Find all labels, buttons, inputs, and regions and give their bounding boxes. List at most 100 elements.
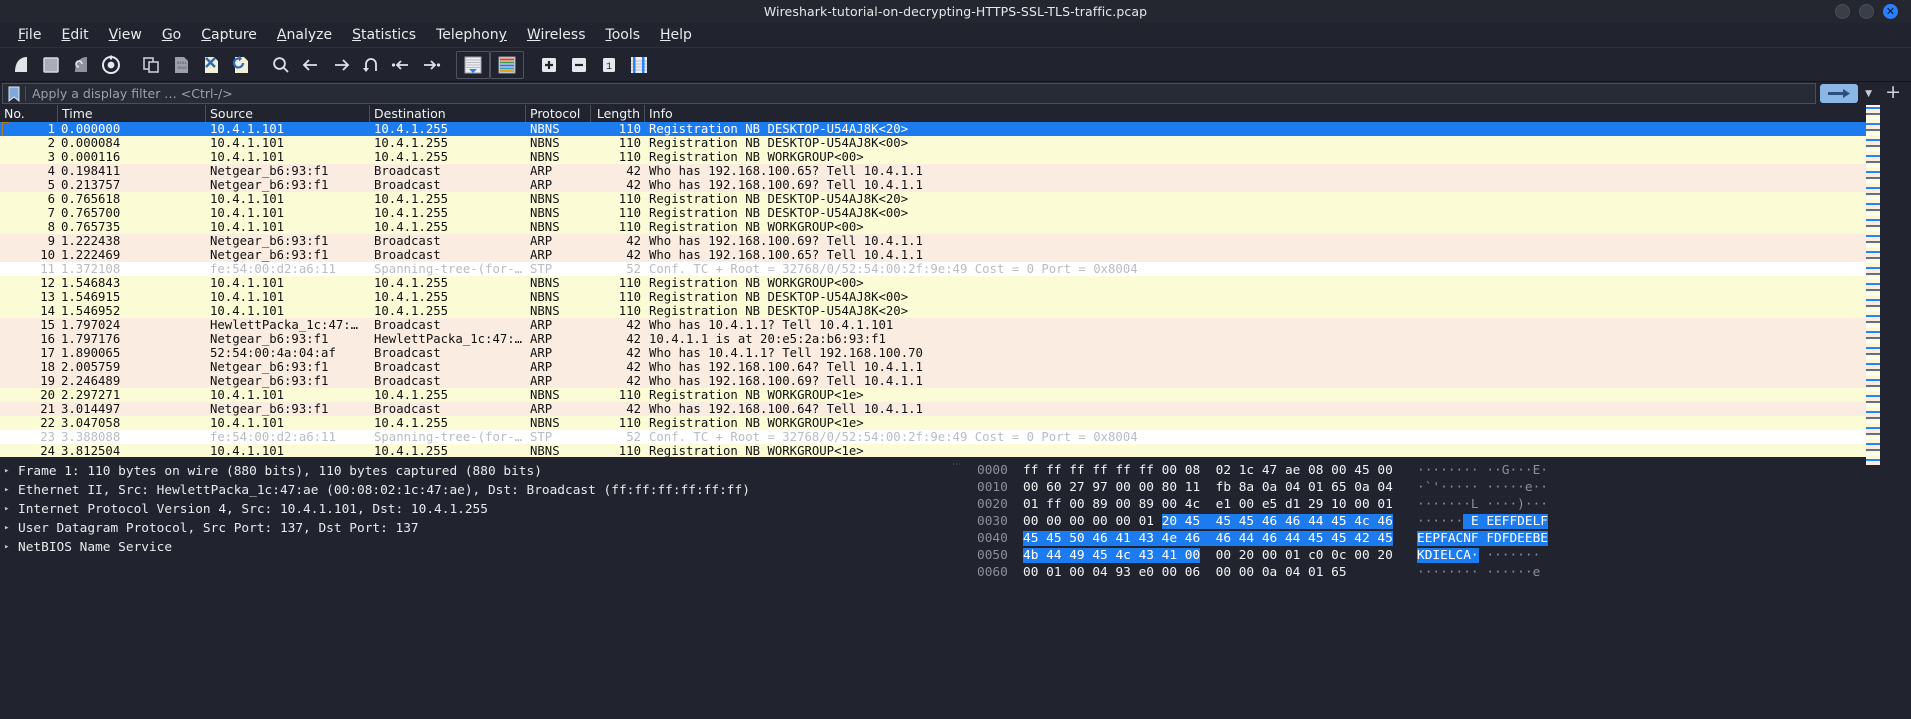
hex-row[interactable]: 0060 00 01 00 04 93 e0 00 06 00 00 0a 04 …: [961, 564, 1911, 581]
menu-item-edit[interactable]: Edit: [51, 25, 98, 45]
menu-item-analyze[interactable]: Analyze: [267, 25, 342, 45]
go-back-icon[interactable]: [296, 50, 326, 80]
column-header-destination[interactable]: Destination: [370, 105, 526, 122]
column-header-no[interactable]: No.: [0, 105, 58, 122]
open-file-icon[interactable]: [136, 50, 166, 80]
expand-triangle-icon[interactable]: ▸: [4, 481, 18, 500]
start-capture-icon[interactable]: [6, 50, 36, 80]
cell-protocol: NBNS: [530, 220, 560, 234]
bookmark-icon[interactable]: [5, 84, 22, 103]
column-header-time[interactable]: Time: [58, 105, 206, 122]
cell-time: 3.388088: [61, 430, 121, 444]
detail-row-label: Ethernet II, Src: HewlettPacka_1c:47:ae …: [18, 483, 750, 498]
menu-item-view[interactable]: View: [99, 25, 152, 45]
stop-capture-icon[interactable]: [36, 50, 66, 80]
colorize-packets-icon[interactable]: [492, 50, 522, 80]
menu-item-go[interactable]: Go: [152, 25, 191, 45]
search-input[interactable]: Apply a display filter … <Ctrl-/>: [25, 86, 233, 101]
table-row[interactable]: 19 2.246489 Netgear_b6:93:f1 Broadcast ARP 42…: [0, 374, 1911, 388]
table-row[interactable]: 24 3.812504 10.4.1.101 10.4.1.255 NBNS 110 Reg…: [0, 444, 1911, 457]
table-row[interactable]: 5 0.213757 Netgear_b6:93:f1 Broadcast ARP 42 W…: [0, 178, 1911, 192]
packet-bytes-pane[interactable]: 0000 ff ff ff ff ff ff 00 08 02 1c 47 ae …: [961, 457, 1911, 719]
expand-triangle-icon[interactable]: ▸: [4, 462, 18, 481]
hex-row[interactable]: 0040 45 45 50 46 41 43 4e 46 46 44 46 44 …: [961, 530, 1911, 547]
table-row[interactable]: 22 3.047058 10.4.1.101 10.4.1.255 NBNS 110 Reg…: [0, 416, 1911, 430]
go-to-packet-icon[interactable]: [356, 50, 386, 80]
table-row[interactable]: 11 1.372108 fe:54:00:d2:a6:11 Spanning-tree…: [0, 262, 1911, 276]
table-row[interactable]: 9 1.222438 Netgear_b6:93:f1 Broadcast ARP 42 W…: [0, 234, 1911, 248]
table-row[interactable]: 16 1.797176 Netgear_b6:93:f1 HewlettPacka_1…: [0, 332, 1911, 346]
menu-item-capture[interactable]: Capture: [191, 25, 267, 45]
detail-row[interactable]: ▸ User Datagram Protocol, Src Port: 137, …: [4, 519, 953, 538]
column-header-source[interactable]: Source: [206, 105, 370, 122]
minimize-button[interactable]: [1835, 4, 1850, 19]
detail-row[interactable]: ▸ NetBIOS Name Service: [4, 538, 953, 557]
apply-filter-arrow-icon[interactable]: [1820, 84, 1859, 103]
close-file-icon[interactable]: [196, 50, 226, 80]
table-row[interactable]: 10 1.222469 Netgear_b6:93:f1 Broadcast ARP 42…: [0, 248, 1911, 262]
table-row[interactable]: 2 0.000084 10.4.1.101 10.4.1.255 NBNS 110 Regi…: [0, 136, 1911, 150]
column-header-info[interactable]: Info: [645, 105, 1911, 122]
resize-columns-icon[interactable]: [624, 50, 654, 80]
filter-input-wrapper[interactable]: Apply a display filter … <Ctrl-/>: [2, 83, 1817, 104]
menu-item-help[interactable]: Help: [650, 25, 702, 45]
table-row[interactable]: 17 1.890065 52:54:00:4a:04:af Broadcast ARP 4…: [0, 346, 1911, 360]
hex-row[interactable]: 0050 4b 44 49 45 4c 43 41 00 00 20 00 01 …: [961, 547, 1911, 564]
maximize-button[interactable]: [1859, 4, 1874, 19]
table-row[interactable]: 14 1.546952 10.4.1.101 10.4.1.255 NBNS 110 Reg…: [0, 304, 1911, 318]
table-row[interactable]: 15 1.797024 HewlettPacka_1c:47:… Broadcast A…: [0, 318, 1911, 332]
go-first-packet-icon[interactable]: [386, 50, 416, 80]
table-row[interactable]: 1 0.000000 10.4.1.101 10.4.1.255 NBNS 110 Regi…: [0, 122, 1911, 136]
cell-destination: 10.4.1.255: [374, 206, 449, 220]
hex-row[interactable]: 0030 00 00 00 00 00 01 20 45 45 45 46 46 …: [961, 513, 1911, 530]
packet-list-scrollbar[interactable]: [1866, 105, 1911, 465]
add-filter-button[interactable]: +: [1879, 82, 1909, 105]
go-forward-icon[interactable]: [326, 50, 356, 80]
pane-splitter[interactable]: ⋯: [952, 457, 961, 719]
table-row[interactable]: 4 0.198411 Netgear_b6:93:f1 Broadcast ARP 42 W…: [0, 164, 1911, 178]
expand-triangle-icon[interactable]: ▸: [4, 519, 18, 538]
expand-triangle-icon[interactable]: ▸: [4, 500, 18, 519]
zoom-in-icon[interactable]: [534, 50, 564, 80]
table-row[interactable]: 7 0.765700 10.4.1.101 10.4.1.255 NBNS 110 Regi…: [0, 206, 1911, 220]
hex-row[interactable]: 0010 00 60 27 97 00 00 80 11 fb 8a 0a 04 …: [961, 479, 1911, 496]
menu-item-telephony[interactable]: Telephony: [426, 25, 517, 45]
table-row[interactable]: 18 2.005759 Netgear_b6:93:f1 Broadcast ARP 42…: [0, 360, 1911, 374]
zoom-reset-icon[interactable]: 1: [594, 50, 624, 80]
hex-row[interactable]: 0020 01 ff 00 89 00 89 00 4c e1 00 e5 d1 …: [961, 496, 1911, 513]
table-row[interactable]: 21 3.014497 Netgear_b6:93:f1 Broadcast ARP 42…: [0, 402, 1911, 416]
close-button[interactable]: ✕: [1883, 4, 1898, 19]
detail-row[interactable]: ▸ Ethernet II, Src: HewlettPacka_1c:47:ae…: [4, 481, 953, 500]
packet-list-rows[interactable]: 1 0.000000 10.4.1.101 10.4.1.255 NBNS 110 Regi…: [0, 122, 1911, 457]
restart-capture-icon[interactable]: [66, 50, 96, 80]
menu-item-file[interactable]: File: [8, 25, 51, 45]
find-packet-icon[interactable]: [266, 50, 296, 80]
table-row[interactable]: 8 0.765735 10.4.1.101 10.4.1.255 NBNS 110 Regi…: [0, 220, 1911, 234]
detail-row[interactable]: ▸ Frame 1: 110 bytes on wire (880 bits), …: [4, 462, 953, 481]
packet-details-pane[interactable]: ▸ Frame 1: 110 bytes on wire (880 bits), …: [0, 457, 953, 719]
menu-item-tools[interactable]: Tools: [596, 25, 651, 45]
column-header-protocol[interactable]: Protocol: [526, 105, 591, 122]
hex-row[interactable]: 0000 ff ff ff ff ff ff 00 08 02 1c 47 ae …: [961, 462, 1911, 479]
table-row[interactable]: 23 3.388088 fe:54:00:d2:a6:11 Spanning-tree…: [0, 430, 1911, 444]
table-row[interactable]: 6 0.765618 10.4.1.101 10.4.1.255 NBNS 110 Regi…: [0, 192, 1911, 206]
table-row[interactable]: 3 0.000116 10.4.1.101 10.4.1.255 NBNS 110 Regi…: [0, 150, 1911, 164]
menu-item-statistics[interactable]: Statistics: [342, 25, 426, 45]
table-row[interactable]: 13 1.546915 10.4.1.101 10.4.1.255 NBNS 110 Reg…: [0, 290, 1911, 304]
auto-scroll-icon[interactable]: [458, 50, 488, 80]
go-last-packet-icon[interactable]: [416, 50, 446, 80]
cell-info: Who has 192.168.100.69? Tell 10.4.1.1: [649, 374, 923, 388]
table-row[interactable]: 20 2.297271 10.4.1.101 10.4.1.255 NBNS 110 Reg…: [0, 388, 1911, 402]
detail-row[interactable]: ▸ Internet Protocol Version 4, Src: 10.4.…: [4, 500, 953, 519]
packet-minimap[interactable]: [1866, 105, 1880, 465]
table-row[interactable]: 12 1.546843 10.4.1.101 10.4.1.255 NBNS 110 Reg…: [0, 276, 1911, 290]
capture-options-icon[interactable]: [96, 50, 126, 80]
menu-item-wireless[interactable]: Wireless: [517, 25, 596, 45]
save-file-icon[interactable]: 0101 1010: [166, 50, 196, 80]
reload-file-icon[interactable]: [226, 50, 256, 80]
expand-triangle-icon[interactable]: ▸: [4, 538, 18, 557]
column-header-length[interactable]: Length: [591, 105, 645, 122]
zoom-out-icon[interactable]: [564, 50, 594, 80]
cell-protocol: ARP: [530, 248, 553, 262]
chevron-down-icon[interactable]: ▼: [1860, 89, 1877, 99]
